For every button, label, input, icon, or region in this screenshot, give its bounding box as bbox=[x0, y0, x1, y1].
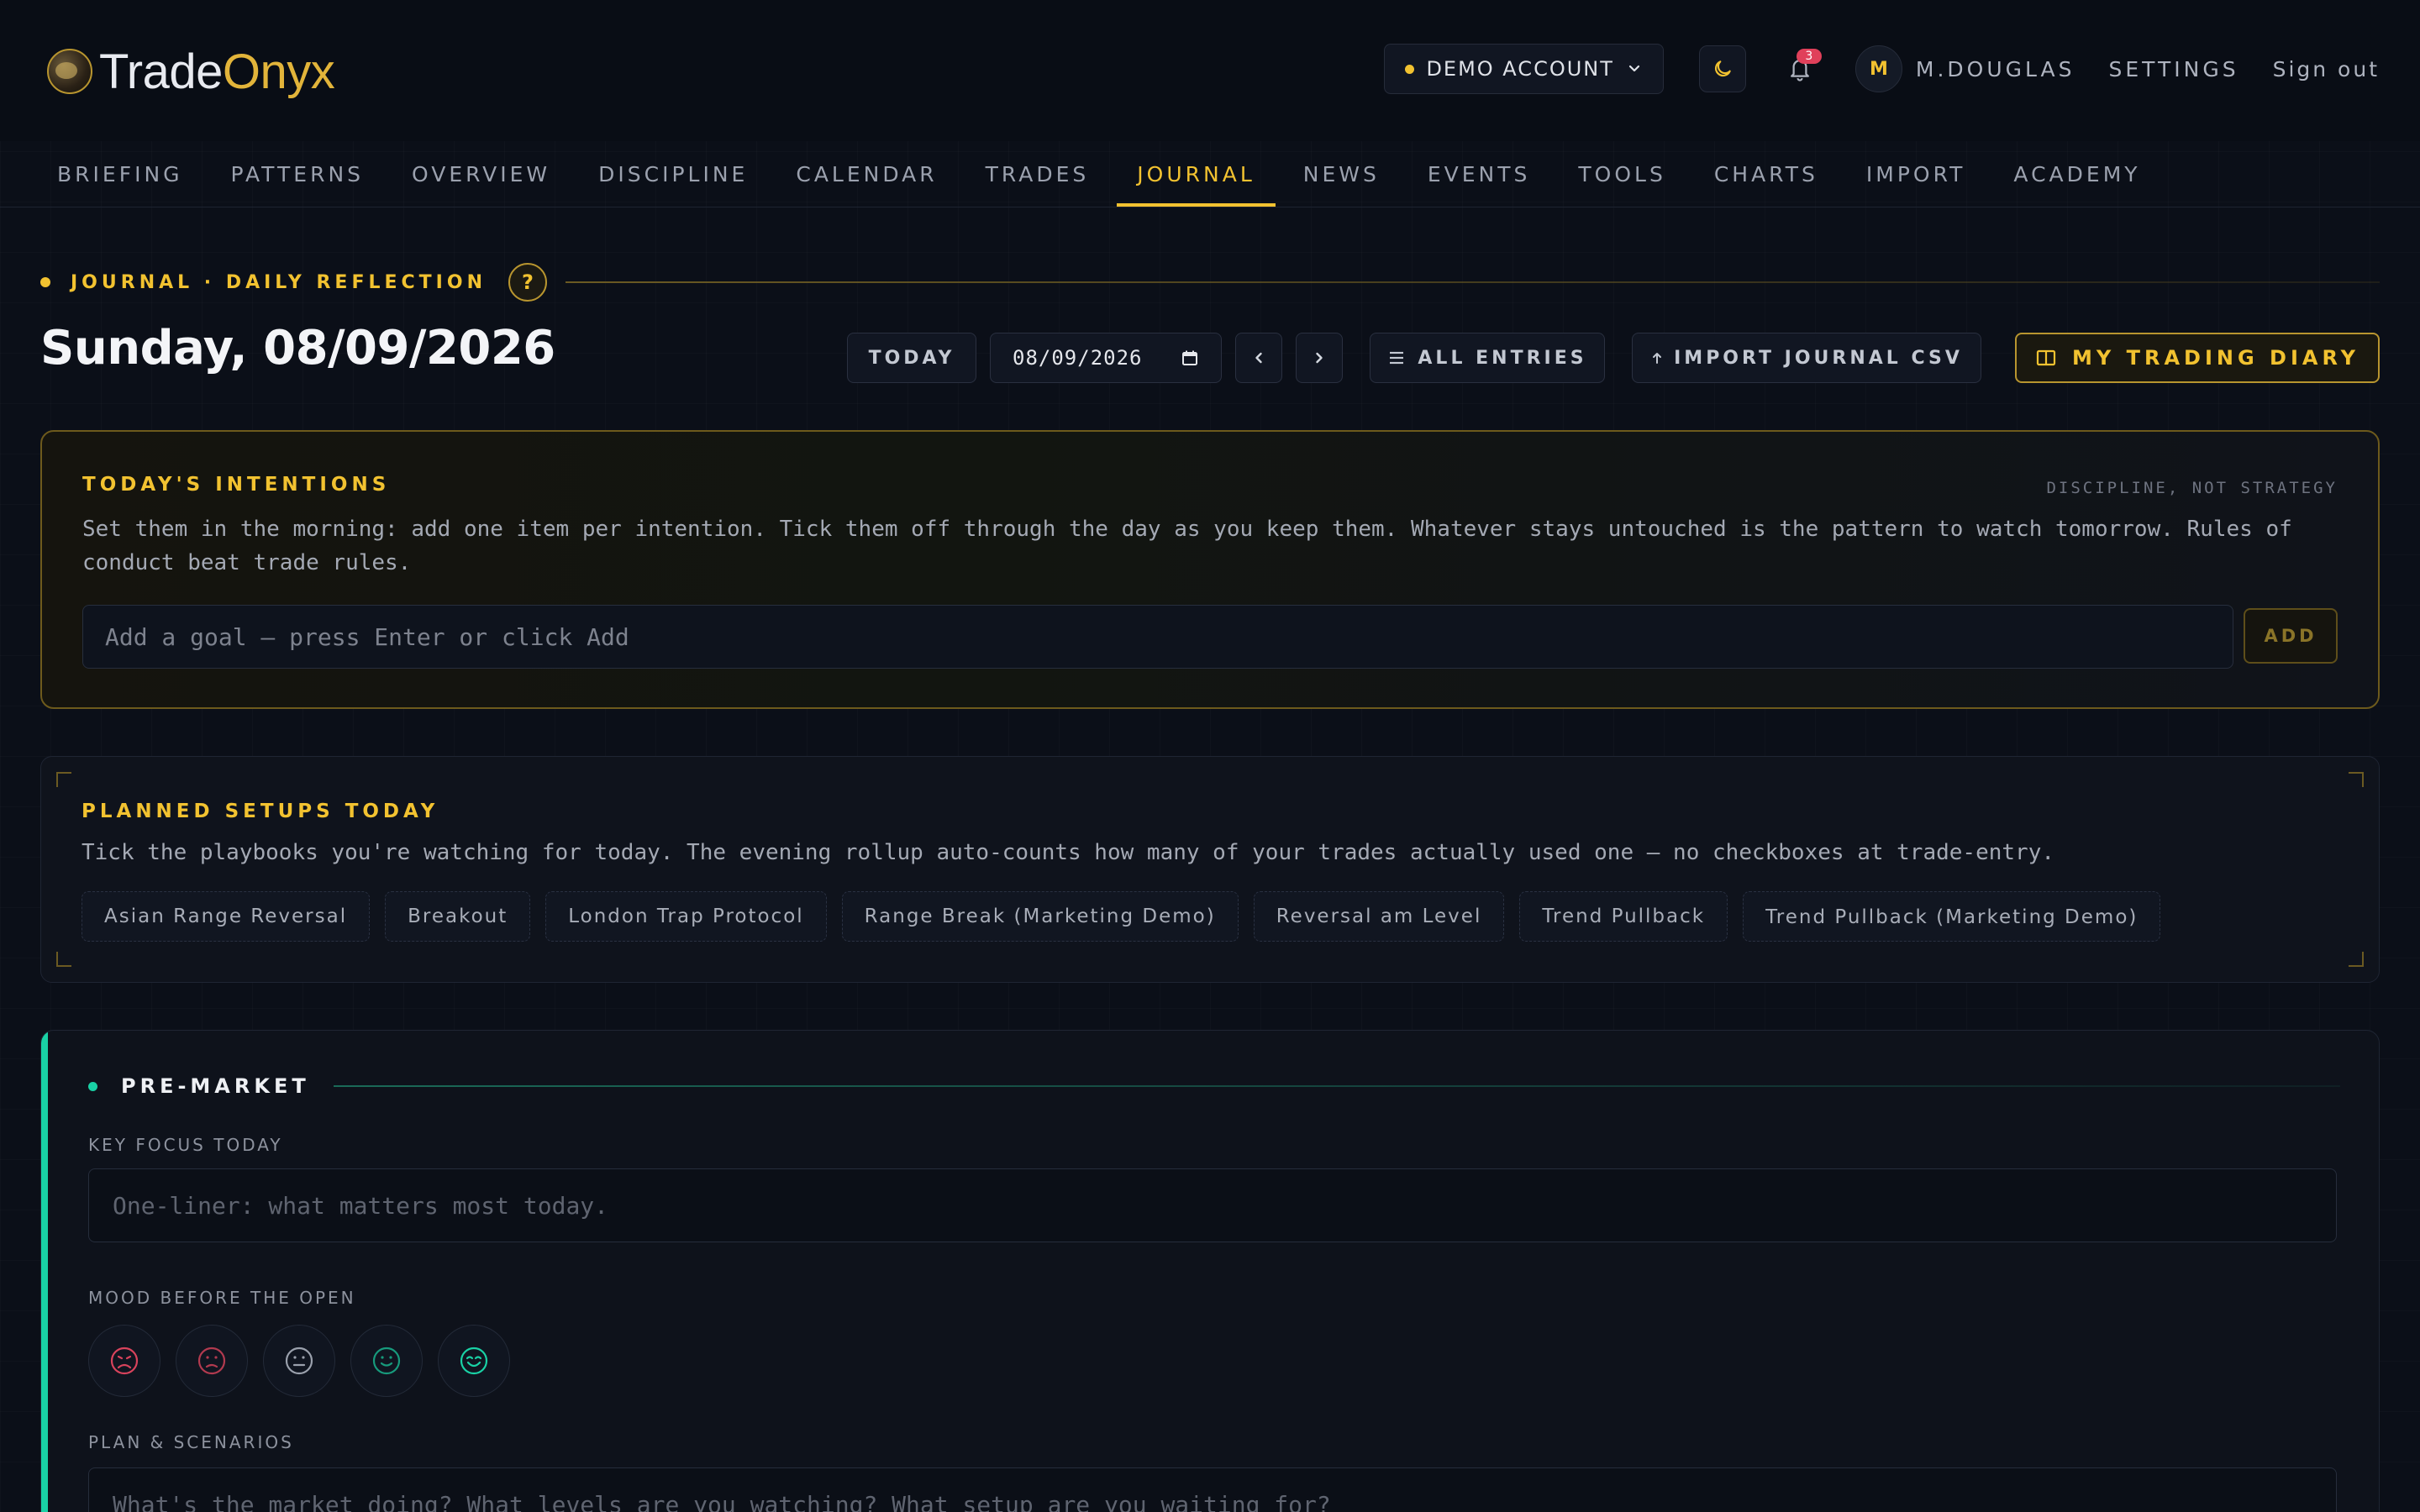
key-focus-input[interactable]: One-liner: what matters most today. bbox=[88, 1168, 2337, 1242]
journal-section-header: JOURNAL · DAILY REFLECTION ? bbox=[40, 263, 2380, 302]
setup-chip[interactable]: Breakout bbox=[385, 891, 531, 942]
book-icon bbox=[2036, 349, 2056, 366]
notification-badge: 3 bbox=[1796, 49, 1822, 64]
pre-market-card: PRE-MARKET KEY FOCUS TODAY One-liner: wh… bbox=[40, 1030, 2380, 1512]
tab-trades[interactable]: TRADES bbox=[965, 141, 1110, 207]
sign-out-link[interactable]: Sign out bbox=[2273, 57, 2380, 81]
add-goal-input[interactable]: Add a goal — press Enter or click Add bbox=[82, 605, 2233, 669]
date-value: 08/09/2026 bbox=[1013, 346, 1143, 370]
logo-globe-icon bbox=[47, 49, 92, 94]
header-actions: DEMO ACCOUNT 3 M M.DOUGLAS SETTINGS Sign… bbox=[1384, 44, 2380, 94]
key-focus-label: KEY FOCUS TODAY bbox=[88, 1135, 283, 1155]
tab-news[interactable]: NEWS bbox=[1283, 141, 1400, 207]
intentions-description: Set them in the morning: add one item pe… bbox=[82, 517, 2292, 575]
bad-face-icon bbox=[197, 1347, 226, 1375]
username-link[interactable]: M.DOUGLAS bbox=[1916, 57, 2075, 81]
corner-decoration bbox=[2349, 772, 2364, 787]
account-label: DEMO ACCOUNT bbox=[1426, 57, 1614, 81]
import-journal-csv-label: IMPORT JOURNAL CSV bbox=[1674, 347, 1963, 369]
tab-tools[interactable]: TOOLS bbox=[1558, 141, 1686, 207]
setup-chip[interactable]: Range Break (Marketing Demo) bbox=[841, 891, 1239, 942]
corner-decoration bbox=[56, 772, 71, 787]
logo[interactable]: TradeOnyx bbox=[47, 42, 335, 101]
section-label: JOURNAL · DAILY REFLECTION bbox=[71, 271, 487, 293]
tab-events[interactable]: EVENTS bbox=[1407, 141, 1551, 207]
setup-chip[interactable]: Reversal am Level bbox=[1253, 891, 1505, 942]
calendar-icon bbox=[1182, 350, 1197, 365]
setup-chip[interactable]: Trend Pullback (Marketing Demo) bbox=[1743, 891, 2161, 942]
neutral-face-icon bbox=[285, 1347, 313, 1375]
import-journal-csv-button[interactable]: IMPORT JOURNAL CSV bbox=[1632, 333, 1981, 383]
pre-market-header: PRE-MARKET bbox=[88, 1074, 2340, 1098]
good-face-icon bbox=[372, 1347, 401, 1375]
date-picker-input[interactable]: 08/09/2026 bbox=[990, 333, 1222, 383]
section-divider bbox=[565, 281, 2380, 283]
top-bar: TradeOnyx DEMO ACCOUNT 3 M M.DOUGLAS SET… bbox=[0, 0, 2420, 141]
all-entries-label: ALL ENTRIES bbox=[1418, 347, 1587, 369]
mood-very-good-button[interactable] bbox=[438, 1325, 510, 1397]
planned-setups-description: Tick the playbooks you're watching for t… bbox=[82, 840, 2054, 865]
mood-very-bad-button[interactable] bbox=[88, 1325, 160, 1397]
tab-patterns[interactable]: PATTERNS bbox=[211, 141, 384, 207]
all-entries-button[interactable]: ALL ENTRIES bbox=[1370, 333, 1605, 383]
tab-import[interactable]: IMPORT bbox=[1846, 141, 1986, 207]
tab-charts[interactable]: CHARTS bbox=[1694, 141, 1839, 207]
intentions-tag: DISCIPLINE, NOT STRATEGY bbox=[2046, 479, 2338, 497]
logo-text: TradeOnyx bbox=[99, 44, 335, 99]
mood-selector bbox=[88, 1325, 510, 1397]
settings-link[interactable]: SETTINGS bbox=[2108, 57, 2238, 81]
plan-scenarios-input[interactable]: What's the market doing? What levels are… bbox=[88, 1467, 2337, 1512]
chevron-down-icon bbox=[1628, 65, 1639, 72]
notifications-button[interactable]: 3 bbox=[1781, 49, 1822, 87]
tab-overview[interactable]: OVERVIEW bbox=[392, 141, 571, 207]
mood-label: MOOD BEFORE THE OPEN bbox=[88, 1288, 356, 1308]
setup-chip[interactable]: London Trap Protocol bbox=[545, 891, 827, 942]
mood-good-button[interactable] bbox=[350, 1325, 423, 1397]
previous-day-button[interactable] bbox=[1235, 333, 1282, 383]
tab-discipline[interactable]: DISCIPLINE bbox=[578, 141, 768, 207]
next-day-button[interactable] bbox=[1296, 333, 1343, 383]
arrow-up-icon bbox=[1653, 353, 1662, 364]
intentions-title: TODAY'S INTENTIONS bbox=[82, 474, 391, 496]
tab-calendar[interactable]: CALENDAR bbox=[776, 141, 957, 207]
help-button[interactable]: ? bbox=[508, 263, 547, 302]
my-trading-diary-label: MY TRADING DIARY bbox=[2071, 346, 2360, 370]
mood-bad-button[interactable] bbox=[176, 1325, 248, 1397]
moon-icon bbox=[1714, 60, 1731, 77]
tab-briefing[interactable]: BRIEFING bbox=[37, 141, 203, 207]
pre-market-title: PRE-MARKET bbox=[121, 1074, 310, 1098]
section-dot bbox=[40, 277, 50, 287]
mood-neutral-button[interactable] bbox=[263, 1325, 335, 1397]
chevron-right-icon bbox=[1316, 352, 1323, 364]
planned-setups-title: PLANNED SETUPS TODAY bbox=[82, 801, 439, 822]
very-bad-face-icon bbox=[110, 1347, 139, 1375]
main-nav: BRIEFING PATTERNS OVERVIEW DISCIPLINE CA… bbox=[37, 141, 2169, 207]
corner-decoration bbox=[2349, 952, 2364, 967]
account-selector[interactable]: DEMO ACCOUNT bbox=[1384, 44, 1664, 94]
tab-journal[interactable]: JOURNAL bbox=[1117, 141, 1276, 207]
setup-chip[interactable]: Trend Pullback bbox=[1519, 891, 1728, 942]
corner-decoration bbox=[56, 952, 71, 967]
tab-academy[interactable]: ACADEMY bbox=[1993, 141, 2160, 207]
pre-market-divider bbox=[333, 1085, 2340, 1087]
today-button[interactable]: TODAY bbox=[847, 333, 976, 383]
plan-scenarios-label: PLAN & SCENARIOS bbox=[88, 1432, 294, 1452]
pre-market-dot bbox=[88, 1081, 97, 1091]
avatar[interactable]: M bbox=[1854, 45, 1902, 92]
page-title: Sunday, 08/09/2026 bbox=[40, 321, 555, 375]
setup-chip-list: Asian Range Reversal Breakout London Tra… bbox=[82, 891, 2161, 942]
todays-intentions-card: TODAY'S INTENTIONS DISCIPLINE, NOT STRAT… bbox=[40, 430, 2380, 709]
my-trading-diary-button[interactable]: MY TRADING DIARY bbox=[2015, 333, 2380, 383]
very-good-face-icon bbox=[460, 1347, 488, 1375]
list-icon bbox=[1390, 351, 1404, 365]
add-goal-button[interactable]: ADD bbox=[2244, 608, 2338, 664]
planned-setups-card: PLANNED SETUPS TODAY Tick the playbooks … bbox=[40, 756, 2380, 983]
setup-chip[interactable]: Asian Range Reversal bbox=[82, 891, 371, 942]
pre-market-accent-bar bbox=[41, 1031, 48, 1512]
account-status-dot bbox=[1405, 64, 1415, 74]
theme-toggle-button[interactable] bbox=[1698, 45, 1746, 92]
chevron-left-icon bbox=[1255, 352, 1262, 364]
